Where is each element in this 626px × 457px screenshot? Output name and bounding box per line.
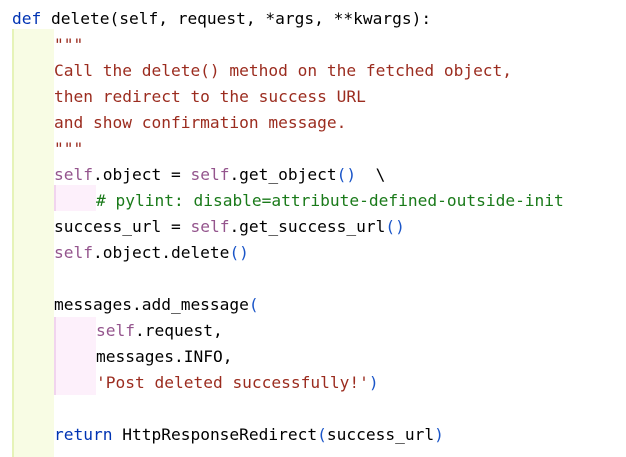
- code-line: 'Post deleted successfully!'): [96, 370, 379, 396]
- code-token: """: [54, 139, 84, 158]
- code-token: Call the delete() method on the fetched …: [54, 61, 513, 80]
- code-token: # pylint: disable=attribute-defined-outs…: [96, 191, 564, 210]
- code-token: self: [54, 243, 93, 262]
- indent-guide-call-args-border: [54, 317, 56, 395]
- code-token: self: [190, 217, 230, 236]
- code-token: """: [54, 35, 84, 54]
- code-token: ): [368, 373, 379, 392]
- code-token: \: [356, 165, 386, 184]
- code-line: then redirect to the success URL: [54, 84, 366, 110]
- code-line: messages.INFO,: [96, 344, 232, 370]
- code-token: .object =: [92, 165, 191, 184]
- indent-guide-continuation-border: [54, 185, 56, 211]
- code-line: return HttpResponseRedirect(success_url): [54, 422, 444, 448]
- code-token: and show confirmation message.: [54, 113, 347, 132]
- code-editor[interactable]: def delete(self, request, *args, **kwarg…: [0, 0, 626, 457]
- code-line: # pylint: disable=attribute-defined-outs…: [96, 188, 564, 214]
- code-line: self.request,: [96, 318, 223, 344]
- code-line: success_url = self.get_success_url(): [54, 214, 405, 240]
- code-token: delete(: [41, 9, 120, 28]
- code-token: (): [229, 243, 249, 262]
- code-token: .object.delete: [92, 243, 230, 262]
- code-token: (: [317, 425, 327, 444]
- code-token: def: [12, 9, 42, 28]
- code-line: """: [54, 136, 83, 162]
- code-token: .get_success_url: [229, 217, 386, 236]
- code-token: HttpResponseRedirect: [112, 425, 318, 444]
- code-token: (: [248, 295, 259, 314]
- code-line: messages.add_message(: [54, 292, 259, 318]
- code-line: """: [54, 32, 83, 58]
- code-token: (): [385, 217, 405, 236]
- code-token: .request,: [134, 321, 223, 340]
- code-line: and show confirmation message.: [54, 110, 346, 136]
- code-token: success_url =: [54, 217, 191, 236]
- code-line: self.object = self.get_object() \: [54, 162, 385, 188]
- code-token: messages.add_message: [54, 295, 249, 314]
- code-token: then redirect to the success URL: [54, 87, 366, 106]
- code-token: messages.INFO,: [96, 347, 233, 366]
- code-token: ): [434, 425, 444, 444]
- code-token: , request, *args, **kwargs):: [158, 9, 432, 28]
- code-token: (): [336, 165, 357, 184]
- code-token: 'Post deleted successfully!': [96, 373, 369, 392]
- code-token: .get_object: [229, 165, 337, 184]
- code-line: self.object.delete(): [54, 240, 249, 266]
- code-token: self: [96, 321, 135, 340]
- code-token: return: [54, 425, 113, 444]
- code-line: Call the delete() method on the fetched …: [54, 58, 512, 84]
- indent-guide-call-args: [54, 317, 96, 395]
- indent-guide-level-1: [12, 29, 54, 457]
- code-line: def delete(self, request, *args, **kwarg…: [12, 6, 431, 32]
- code-token: success_url: [326, 425, 435, 444]
- code-token: self: [54, 165, 93, 184]
- indent-guide-continuation: [54, 185, 96, 211]
- code-token: self: [190, 165, 230, 184]
- indent-guide-level-1-border: [12, 29, 14, 457]
- code-token: self: [119, 9, 159, 28]
